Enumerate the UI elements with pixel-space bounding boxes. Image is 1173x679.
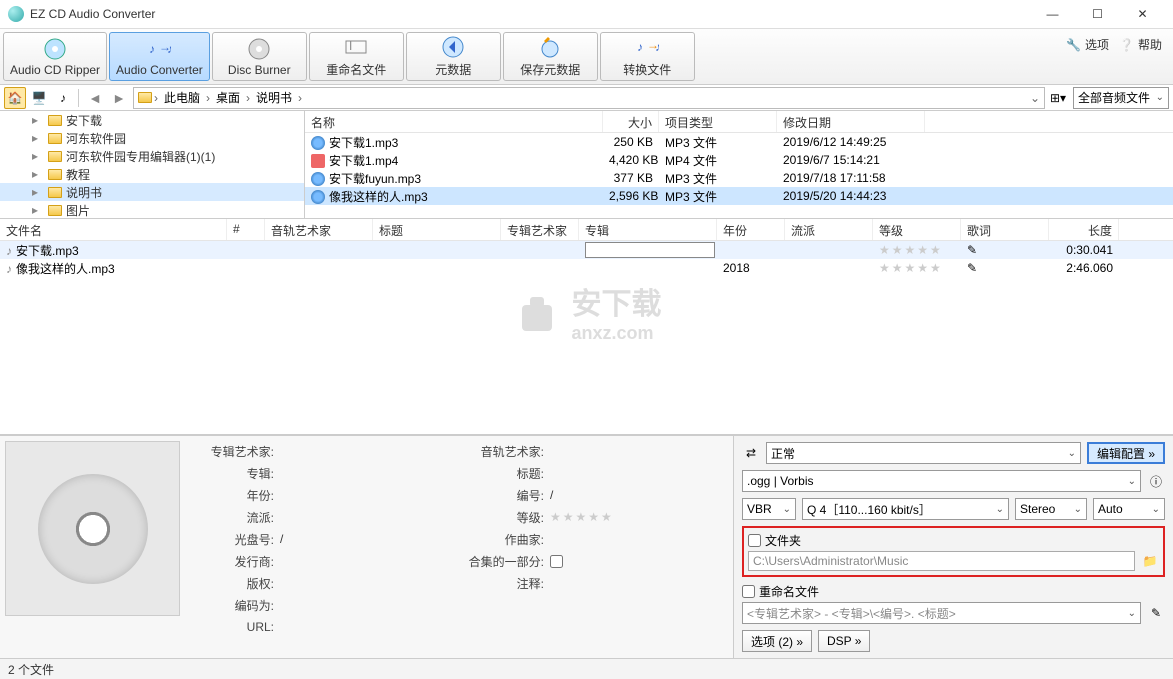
conversion-queue[interactable]: 文件名 # 音轨艺术家 标题 专辑艺术家 专辑 年份 流派 等级 歌词 长度 ♪… [0, 219, 1173, 435]
note-icon: ♪ [6, 262, 12, 276]
svg-text:I: I [349, 39, 352, 53]
file-list[interactable]: 名称 大小 项目类型 修改日期 安下载1.mp3250 KBMP3 文件2019… [305, 111, 1173, 218]
note-arrow-icon: ♪→♪ [147, 37, 171, 61]
rename-checkbox[interactable] [742, 585, 755, 598]
folder-tree[interactable]: ▸安下载▸河东软件园▸河东软件园专用编辑器(1)(1)▸教程▸说明书▸图片 [0, 111, 305, 218]
mode-icon: ⇄ [742, 444, 760, 462]
close-button[interactable]: ✕ [1120, 0, 1165, 28]
file-row[interactable]: 安下载1.mp3250 KBMP3 文件2019/6/12 14:49:25 [305, 133, 1173, 151]
cd-icon [43, 37, 67, 61]
nav-forward-button[interactable]: ► [107, 87, 131, 109]
folder-icon [138, 92, 152, 103]
app-title: EZ CD Audio Converter [30, 7, 1030, 21]
folder-icon [48, 187, 62, 198]
folder-icon [48, 169, 62, 180]
svg-text:♪: ♪ [167, 42, 171, 56]
output-settings: ⇄ 正常⌄ 编辑配置 » .ogg | Vorbis⌄ ⓘ VBR⌄ Q 4［1… [733, 436, 1173, 658]
edit-icon[interactable]: ✎ [967, 243, 977, 257]
save-metadata-button[interactable]: 保存元数据 [503, 32, 598, 81]
rename-pattern-select[interactable]: <专辑艺术家> - <专辑>\<编号>. <标题>⌄ [742, 602, 1141, 624]
queue-row[interactable]: ♪安下载.mp3★★★★★✎0:30.041 [0, 241, 1173, 259]
metadata-icon [441, 35, 465, 59]
rename-icon: I [344, 35, 368, 59]
help-icon: ❔ [1119, 38, 1134, 52]
mp3-icon [311, 172, 325, 186]
music-button[interactable]: ♪ [52, 87, 74, 109]
convert-icon: ♪→♪ [635, 35, 659, 59]
watermark: 安下载anxz.com [512, 279, 662, 344]
home-button[interactable]: 🏠 [4, 87, 26, 109]
file-row[interactable]: 像我这样的人.mp32,596 KBMP3 文件2019/5/20 14:44:… [305, 187, 1173, 205]
save-metadata-icon [538, 35, 562, 59]
album-art[interactable] [5, 441, 180, 616]
dsp-button[interactable]: DSP » [818, 630, 870, 652]
minimize-button[interactable]: — [1030, 0, 1075, 28]
folder-icon [48, 115, 62, 126]
tree-item[interactable]: ▸河东软件园 [0, 129, 304, 147]
disc-burn-icon [247, 37, 271, 61]
mode-select[interactable]: 正常⌄ [766, 442, 1081, 464]
file-filter-select[interactable]: 全部音频文件⌄ [1073, 87, 1169, 109]
help-link[interactable]: ❔帮助 [1119, 36, 1162, 53]
view-mode-button[interactable]: ⊞▾ [1047, 87, 1069, 109]
disc-icon [38, 474, 148, 584]
file-row[interactable]: 安下载1.mp44,420 KBMP4 文件2019/6/7 15:14:21 [305, 151, 1173, 169]
format-info-icon[interactable]: ⓘ [1147, 472, 1165, 490]
main-toolbar: Audio CD Ripper ♪→♪ Audio Converter Disc… [0, 29, 1173, 85]
options-button[interactable]: 选项 (2) » [742, 630, 812, 652]
folder-icon [48, 205, 62, 216]
breadcrumb-path[interactable]: › 此电脑› 桌面› 说明书› ⌄ [133, 87, 1045, 109]
album-edit-input[interactable] [585, 242, 715, 258]
queue-row[interactable]: ♪像我这样的人.mp32018★★★★★✎2:46.060 [0, 259, 1173, 277]
wrench-icon: 🔧 [1066, 38, 1081, 52]
edit-icon[interactable]: ✎ [967, 261, 977, 275]
metadata-button[interactable]: 元数据 [406, 32, 501, 81]
options-link[interactable]: 🔧选项 [1066, 36, 1109, 53]
tree-item[interactable]: ▸说明书 [0, 183, 304, 201]
auto-select[interactable]: Auto⌄ [1093, 498, 1165, 520]
disc-burner-button[interactable]: Disc Burner [212, 32, 307, 81]
note-icon: ♪ [6, 244, 12, 258]
output-folder-input[interactable]: C:\Users\Administrator\Music [748, 551, 1135, 571]
edit-pattern-button[interactable]: ✎ [1147, 604, 1165, 622]
convert-files-button[interactable]: ♪→♪ 转换文件 [600, 32, 695, 81]
part-of-set-checkbox[interactable] [550, 555, 563, 568]
vbr-select[interactable]: VBR⌄ [742, 498, 796, 520]
titlebar: EZ CD Audio Converter — ☐ ✕ [0, 0, 1173, 29]
computer-button[interactable]: 🖥️ [28, 87, 50, 109]
nav-back-button[interactable]: ◄ [83, 87, 107, 109]
maximize-button[interactable]: ☐ [1075, 0, 1120, 28]
mp3-icon [311, 190, 325, 204]
folder-checkbox[interactable] [748, 534, 761, 547]
audio-cd-ripper-button[interactable]: Audio CD Ripper [3, 32, 107, 81]
output-folder-section: 文件夹 C:\Users\Administrator\Music 📁 [742, 526, 1165, 577]
audio-converter-button[interactable]: ♪→♪ Audio Converter [109, 32, 210, 81]
mp4-icon [311, 154, 325, 168]
status-text: 2 个文件 [8, 661, 54, 678]
folder-icon [48, 151, 62, 162]
format-select[interactable]: .ogg | Vorbis⌄ [742, 470, 1141, 492]
svg-text:♪: ♪ [655, 40, 659, 54]
breadcrumb-bar: 🏠 🖥️ ♪ ◄ ► › 此电脑› 桌面› 说明书› ⌄ ⊞▾ 全部音频文件⌄ [0, 85, 1173, 111]
browse-folder-button[interactable]: 📁 [1141, 552, 1159, 570]
svg-text:♪: ♪ [149, 42, 155, 56]
file-row[interactable]: 安下载fuyun.mp3377 KBMP3 文件2019/7/18 17:11:… [305, 169, 1173, 187]
edit-config-button[interactable]: 编辑配置 » [1087, 442, 1165, 464]
rename-files-button[interactable]: I 重命名文件 [309, 32, 404, 81]
quality-select[interactable]: Q 4［110...160 kbit/s］⌄ [802, 498, 1009, 520]
tree-item[interactable]: ▸教程 [0, 165, 304, 183]
tree-item[interactable]: ▸河东软件园专用编辑器(1)(1) [0, 147, 304, 165]
bottom-panel: 专辑艺术家: 专辑: 年份: 流派: 光盘号:/ 发行商: 版权: 编码为: U… [0, 435, 1173, 658]
file-list-header: 名称 大小 项目类型 修改日期 [305, 111, 1173, 133]
tree-item[interactable]: ▸安下载 [0, 111, 304, 129]
folder-icon [48, 133, 62, 144]
chevron-down-icon[interactable]: ⌄ [1030, 91, 1040, 105]
svg-text:♪: ♪ [637, 40, 643, 54]
stereo-select[interactable]: Stereo⌄ [1015, 498, 1087, 520]
statusbar: 2 个文件 [0, 658, 1173, 679]
tree-item[interactable]: ▸图片 [0, 201, 304, 218]
app-icon [8, 6, 24, 22]
mp3-icon [311, 136, 325, 150]
